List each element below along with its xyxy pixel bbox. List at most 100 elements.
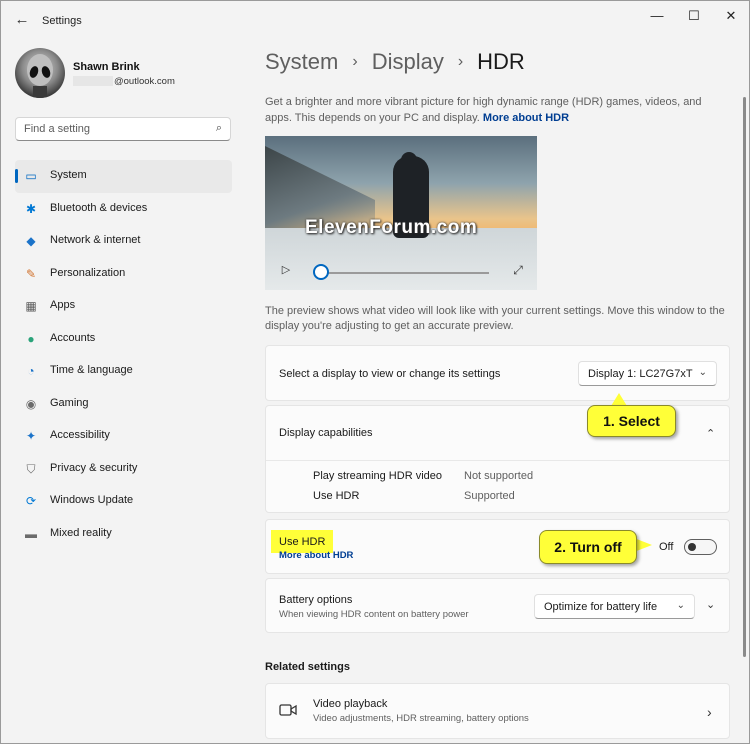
sidebar-item-label: Mixed reality — [50, 526, 112, 539]
sidebar-item-label: Accounts — [50, 331, 96, 344]
display-dropdown[interactable]: Display 1: LC27G7xT ⌄ — [578, 361, 717, 386]
related-settings-title: Related settings — [265, 661, 350, 673]
vr-headset-icon: ▬ — [25, 526, 37, 541]
video-playback-label: Video playback — [313, 698, 388, 710]
sidebar-item-label: Privacy & security — [50, 461, 138, 474]
sidebar-item-bluetooth-devices[interactable]: ✱ Bluetooth & devices — [15, 193, 232, 226]
video-seek-track[interactable] — [323, 272, 489, 274]
use-hdr-more-link[interactable]: More about HDR — [279, 550, 353, 561]
sidebar-item-gaming[interactable]: ◉ Gaming — [15, 388, 232, 421]
search-input[interactable]: Find a setting ⌕ — [15, 117, 231, 141]
video-playback-card[interactable]: › — [265, 683, 730, 739]
globe-clock-icon: ◔ — [27, 364, 35, 378]
capability-value-use-hdr: Supported — [464, 490, 515, 502]
alien-avatar-icon — [27, 54, 53, 98]
maximize-button[interactable]: ☐ — [682, 7, 706, 25]
toggle-knob — [688, 543, 696, 551]
sidebar-item-accounts[interactable]: ● Accounts — [15, 323, 232, 356]
divider — [266, 460, 729, 461]
sidebar-item-label: System — [50, 169, 87, 181]
bluetooth-icon: ✱ — [25, 201, 37, 216]
sidebar-item-windows-update[interactable]: ⟳ Windows Update — [15, 485, 232, 518]
breadcrumb-separator: › — [352, 53, 358, 70]
breadcrumb-separator: › — [457, 53, 464, 70]
sidebar-item-label: Time & language — [50, 364, 133, 376]
video-seek-thumb[interactable] — [313, 264, 329, 280]
back-arrow-icon[interactable]: ← — [13, 11, 31, 29]
window-title: Settings — [42, 15, 82, 27]
sidebar-item-mixed-reality[interactable]: ▬ Mixed reality — [15, 518, 232, 551]
chevron-down-icon: ⌄ — [676, 600, 685, 611]
shield-icon: ⛉ — [26, 461, 36, 476]
sidebar-item-apps[interactable]: ▦ Apps — [15, 290, 232, 323]
minimize-button[interactable]: — — [645, 7, 669, 25]
sidebar-item-accessibility[interactable]: ✦ Accessibility — [15, 420, 232, 453]
gamepad-icon: ◉ — [25, 396, 37, 411]
profile-name: Shawn Brink — [73, 61, 140, 73]
sidebar-item-time-language[interactable]: ◔ Time & language — [15, 355, 232, 388]
fullscreen-icon[interactable]: ⤢ — [511, 263, 525, 277]
profile-email: @outlook.com — [73, 76, 175, 87]
accessibility-icon: ✦ — [25, 429, 37, 443]
breadcrumb-display[interactable]: Display — [372, 49, 444, 74]
sidebar-item-network-internet[interactable]: ◆ Network & internet — [15, 225, 232, 258]
hdr-description: Get a brighter and more vibrant picture … — [265, 94, 725, 126]
callout-select: 1. Select — [587, 405, 676, 437]
sidebar-item-personalization[interactable]: ✎ Personalization — [15, 258, 232, 291]
display-dropdown-value: Display 1: LC27G7xT — [588, 368, 693, 380]
video-playback-sub: Video adjustments, HDR streaming, batter… — [313, 713, 529, 724]
battery-options-card: Battery options When viewing HDR content… — [265, 578, 730, 633]
chevron-down-icon: ⌄ — [698, 367, 707, 378]
play-icon[interactable]: ▷ — [279, 263, 293, 277]
breadcrumb-system[interactable]: System — [265, 49, 338, 74]
capability-label-streaming: Play streaming HDR video — [313, 470, 442, 482]
scrollbar[interactable] — [743, 97, 746, 657]
sidebar-item-label: Accessibility — [50, 429, 110, 441]
title-bar: ← Settings — ☐ ✕ — [1, 1, 749, 39]
video-camera-icon-svg — [279, 704, 297, 716]
use-hdr-toggle-state: Off — [659, 541, 674, 553]
sidebar-item-system[interactable]: ▭ System — [15, 160, 232, 193]
sidebar-item-label: Apps — [50, 299, 76, 311]
sidebar-item-privacy-security[interactable]: ⛉ Privacy & security — [15, 453, 232, 486]
battery-options-sub: When viewing HDR content on battery powe… — [279, 609, 469, 620]
hdr-video-preview — [265, 136, 537, 290]
sidebar-item-label: Personalization — [50, 266, 126, 279]
chevron-up-icon[interactable]: ⌃ — [706, 427, 715, 440]
video-camera-icon — [279, 702, 297, 718]
display-select-card: Select a display to view or change its s… — [265, 345, 730, 401]
capability-label-use-hdr: Use HDR — [313, 490, 360, 502]
breadcrumb: System › Display › HDR — [265, 49, 525, 75]
expand-chevron-icon[interactable]: ⌄ — [706, 598, 715, 611]
sidebar-item-label: Network & internet — [50, 234, 141, 246]
capability-value-streaming: Not supported — [464, 470, 534, 482]
search-placeholder: Find a setting — [24, 123, 91, 135]
close-button[interactable]: ✕ — [719, 7, 743, 25]
email-redaction — [73, 76, 113, 87]
apps-grid-icon: ▦ — [25, 299, 37, 313]
battery-dropdown-value: Optimize for battery life — [544, 601, 658, 613]
watermark: ElevenForum.com — [305, 217, 478, 238]
use-hdr-label: Use HDR — [279, 536, 326, 548]
chevron-right-icon: › — [707, 704, 712, 720]
more-about-hdr-link[interactable]: More about HDR — [483, 112, 569, 124]
sidebar-nav: ▭ System ✱ Bluetooth & devices ◆ Network & in… — [15, 160, 232, 550]
profile-email-domain: @outlook.com — [114, 76, 175, 87]
sidebar-item-label: Gaming — [50, 396, 89, 409]
brush-icon: ✎ — [25, 266, 37, 281]
battery-dropdown[interactable]: Optimize for battery life ⌄ — [534, 594, 695, 619]
sidebar-item-label: Windows Update — [50, 494, 134, 506]
sidebar-item-label: Bluetooth & devices — [50, 201, 148, 214]
settings-window: ← Settings — ☐ ✕ Shawn Brink @outlook.co… — [0, 0, 750, 744]
update-icon: ⟳ — [25, 494, 37, 508]
use-hdr-toggle[interactable] — [684, 539, 717, 555]
callout-turn-off: 2. Turn off — [539, 530, 637, 564]
avatar[interactable] — [15, 48, 65, 98]
search-icon[interactable]: ⌕ — [216, 122, 222, 135]
wifi-icon: ◆ — [26, 234, 36, 248]
system-display-icon: ▭ — [25, 169, 37, 183]
battery-options-label: Battery options — [279, 594, 353, 606]
page-title: HDR — [477, 49, 525, 74]
display-capabilities-title: Display capabilities — [279, 427, 373, 439]
person-icon: ● — [27, 331, 35, 346]
